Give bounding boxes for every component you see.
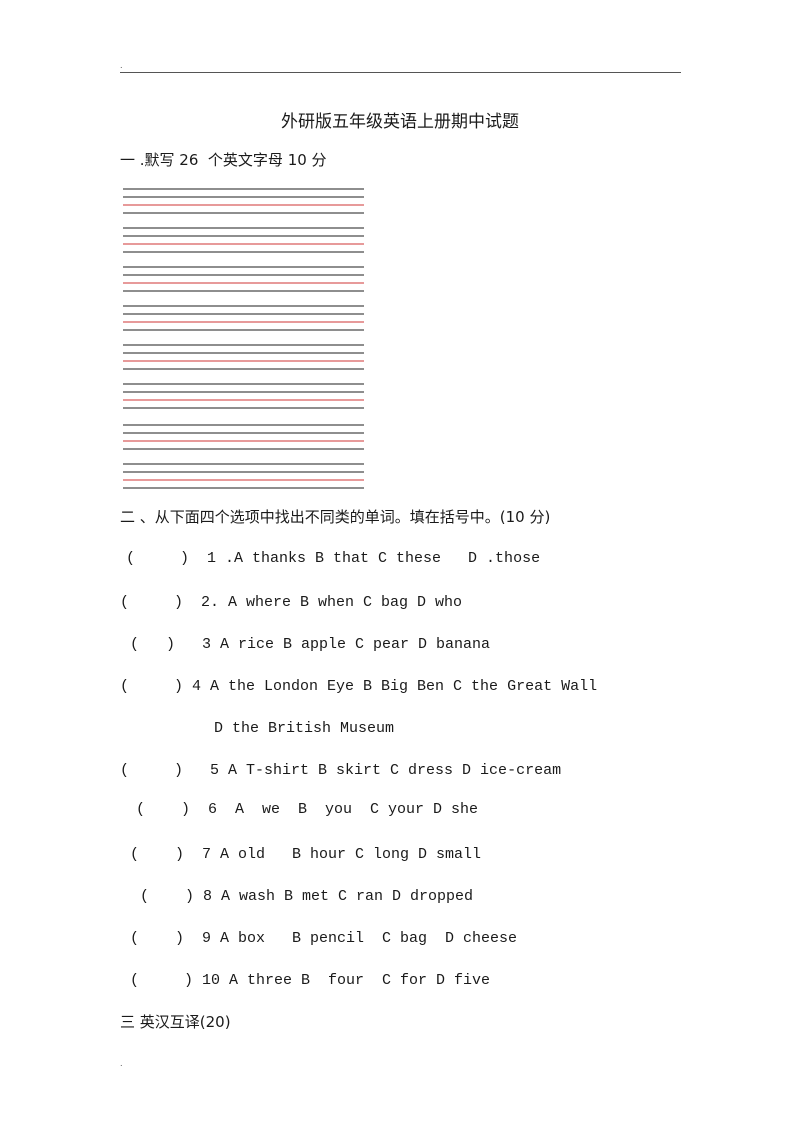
writing-line-group[interactable] <box>121 305 366 335</box>
writing-line-gray <box>123 383 364 385</box>
footer-mark: . <box>120 1059 123 1068</box>
writing-line-gray <box>123 391 364 393</box>
header-mark: . <box>120 61 123 70</box>
writing-line-group[interactable] <box>121 344 366 374</box>
writing-line-gray <box>123 227 364 229</box>
writing-line-gray <box>123 368 364 370</box>
question-7[interactable]: ( ) 7 A old B hour C long D small <box>130 845 481 865</box>
writing-line-gray <box>123 313 364 315</box>
writing-line-gray <box>123 432 364 434</box>
question-9[interactable]: ( ) 9 A box B pencil C bag D cheese <box>130 929 517 949</box>
question-5[interactable]: ( ) 5 A T-shirt B skirt C dress D ice-cr… <box>120 761 561 781</box>
handwriting-lines-grid[interactable] <box>121 183 366 493</box>
writing-line-gray <box>123 251 364 253</box>
writing-line-gray <box>123 212 364 214</box>
question-10[interactable]: ( ) 10 A three B four C for D five <box>130 971 490 991</box>
writing-line-gray <box>123 305 364 307</box>
question-3[interactable]: ( ) 3 A rice B apple C pear D banana <box>130 635 490 655</box>
writing-line-gray <box>123 487 364 489</box>
writing-line-red <box>123 321 364 323</box>
writing-line-gray <box>123 344 364 346</box>
writing-line-gray <box>123 274 364 276</box>
writing-line-group[interactable] <box>121 227 366 257</box>
question-2[interactable]: ( ) 2. A where B when C bag D who <box>120 593 462 613</box>
question-1[interactable]: ( ) 1 .A thanks B that C these D .those <box>126 549 540 569</box>
header-rule <box>120 72 681 73</box>
writing-line-group[interactable] <box>121 383 366 413</box>
writing-line-gray <box>123 424 364 426</box>
writing-line-group[interactable] <box>121 463 366 493</box>
page-title: 外研版五年级英语上册期中试题 <box>281 112 519 132</box>
writing-line-gray <box>123 266 364 268</box>
writing-line-gray <box>123 196 364 198</box>
question-6[interactable]: ( ) 6 A we B you C your D she <box>136 800 478 820</box>
writing-line-red <box>123 360 364 362</box>
writing-line-group[interactable] <box>121 424 366 454</box>
writing-line-red <box>123 399 364 401</box>
writing-line-gray <box>123 471 364 473</box>
writing-line-group[interactable] <box>121 266 366 296</box>
writing-line-gray <box>123 448 364 450</box>
writing-line-red <box>123 282 364 284</box>
writing-line-gray <box>123 235 364 237</box>
writing-line-gray <box>123 290 364 292</box>
writing-line-gray <box>123 329 364 331</box>
writing-line-red <box>123 440 364 442</box>
question-8[interactable]: ( ) 8 A wash B met C ran D dropped <box>140 887 473 907</box>
writing-line-gray <box>123 463 364 465</box>
writing-line-red <box>123 479 364 481</box>
question-4[interactable]: ( ) 4 A the London Eye B Big Ben C the G… <box>120 677 597 697</box>
writing-line-gray <box>123 352 364 354</box>
writing-line-gray <box>123 188 364 190</box>
section-1-heading: 一 .默写 26 个英文字母 10 分 <box>120 151 327 169</box>
section-2-heading: 二 、从下面四个选项中找出不同类的单词。填在括号中。(10 分) <box>120 508 551 526</box>
writing-line-red <box>123 204 364 206</box>
section-3-heading: 三 英汉互译(20) <box>120 1013 231 1031</box>
writing-line-gray <box>123 407 364 409</box>
writing-line-red <box>123 243 364 245</box>
question-4-continuation: D the British Museum <box>214 720 395 737</box>
writing-line-group[interactable] <box>121 188 366 218</box>
